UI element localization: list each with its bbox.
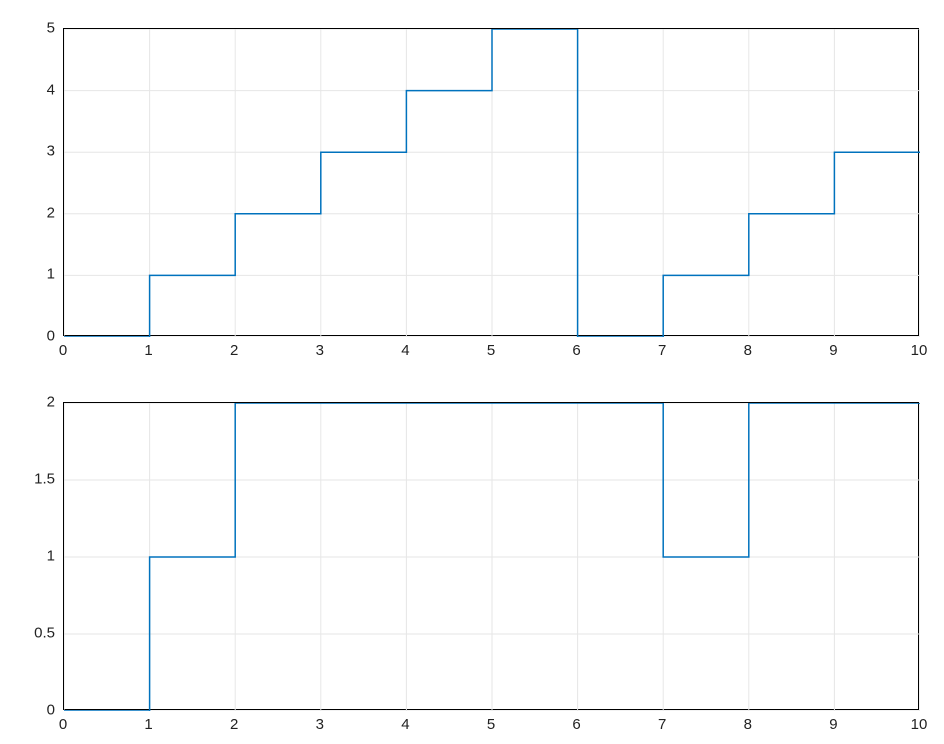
- x-tick-label: 2: [230, 716, 238, 733]
- x-tick-label: 8: [744, 716, 752, 733]
- x-tick-label: 5: [487, 342, 495, 359]
- x-tick-label: 7: [658, 716, 666, 733]
- axes-bottom: [63, 402, 919, 710]
- y-tick-label: 3: [47, 143, 55, 160]
- axes-bottom-svg: [64, 403, 920, 711]
- y-tick-label: 0.5: [34, 625, 55, 642]
- x-tick-label: 1: [144, 342, 152, 359]
- x-tick-label: 9: [829, 342, 837, 359]
- x-tick-label: 9: [829, 716, 837, 733]
- x-tick-label: 10: [911, 716, 928, 733]
- x-tick-label: 0: [59, 342, 67, 359]
- x-tick-label: 5: [487, 716, 495, 733]
- y-tick-label: 0: [47, 702, 55, 719]
- x-tick-label: 4: [401, 342, 409, 359]
- x-tick-label: 4: [401, 716, 409, 733]
- x-tick-label: 6: [572, 342, 580, 359]
- y-tick-label: 1.5: [34, 471, 55, 488]
- axes-top: [63, 28, 919, 336]
- y-tick-label: 1: [47, 266, 55, 283]
- x-tick-label: 2: [230, 342, 238, 359]
- y-tick-label: 2: [47, 394, 55, 411]
- x-tick-label: 3: [316, 342, 324, 359]
- x-tick-label: 3: [316, 716, 324, 733]
- y-tick-label: 1: [47, 548, 55, 565]
- figure: 0 1 2 3 4 5 6 7 8 9 10 0 1 2 3 4 5 0 1 2 3 4 5 6 7 8 9 10 0 0.5 1 1.5 2: [0, 0, 944, 744]
- x-tick-label: 8: [744, 342, 752, 359]
- axes-top-svg: [64, 29, 920, 337]
- x-tick-label: 0: [59, 716, 67, 733]
- y-tick-label: 5: [47, 20, 55, 37]
- x-tick-label: 1: [144, 716, 152, 733]
- y-tick-label: 0: [47, 328, 55, 345]
- x-tick-label: 7: [658, 342, 666, 359]
- x-tick-label: 10: [911, 342, 928, 359]
- y-tick-label: 4: [47, 81, 55, 98]
- x-tick-label: 6: [572, 716, 580, 733]
- y-tick-label: 2: [47, 204, 55, 221]
